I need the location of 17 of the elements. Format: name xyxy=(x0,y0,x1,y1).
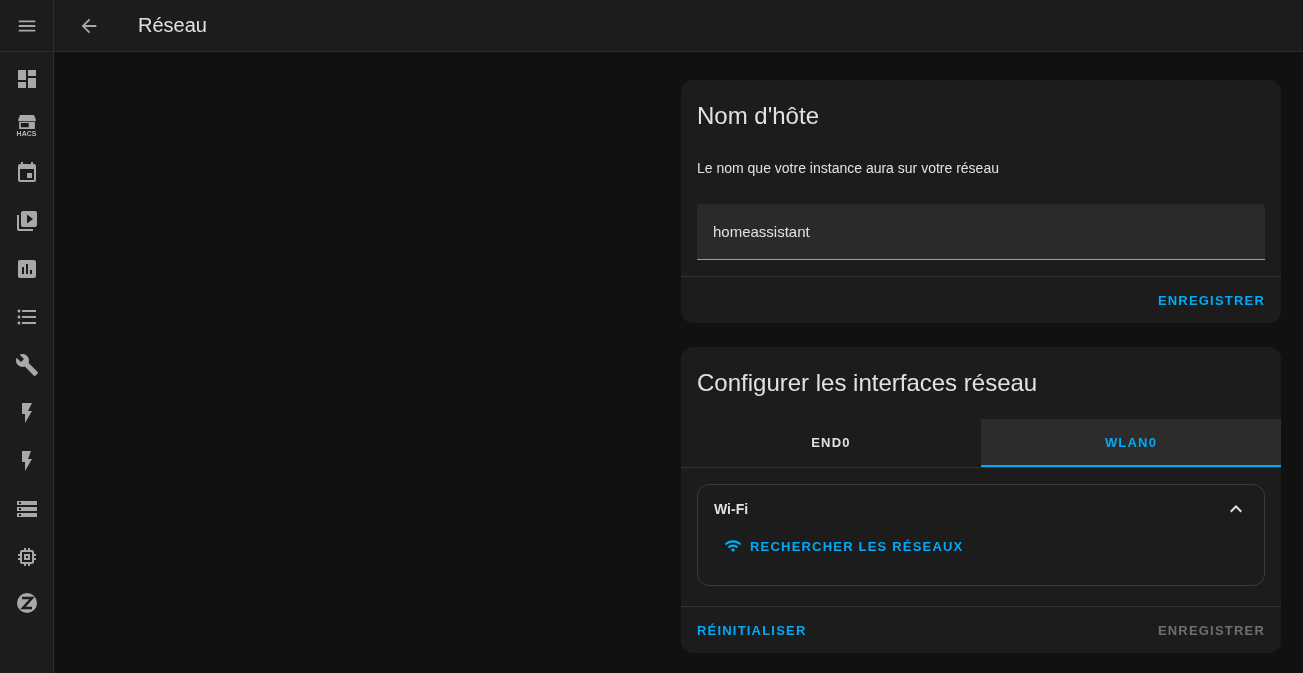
store-icon xyxy=(16,115,37,129)
page-title: Réseau xyxy=(138,14,207,37)
wrench-icon[interactable] xyxy=(14,353,39,377)
card-description: Le nom que votre instance aura sur votre réseau xyxy=(696,159,1000,176)
save-button[interactable]: ENREGISTRER xyxy=(1149,284,1273,316)
interface-tab[interactable]: WLAN0 xyxy=(981,419,1281,467)
card-title: Configurer les interfaces réseau xyxy=(696,368,1039,398)
panel-title: Wi-Fi xyxy=(714,501,749,517)
reset-button[interactable]: RÉINITIALISER xyxy=(689,614,815,646)
scan-networks-button[interactable]: RECHERCHER LES RÉSEAUX xyxy=(720,533,968,559)
wifi-icon xyxy=(724,537,742,555)
z-logo-button[interactable] xyxy=(16,593,37,613)
z-logo-icon xyxy=(16,593,37,613)
card-title: Nom d'hôte xyxy=(696,101,820,131)
media-icon[interactable] xyxy=(14,209,39,233)
interface-tab[interactable]: END0 xyxy=(681,419,981,467)
hostname-field[interactable]: homeassistant xyxy=(697,204,1265,260)
